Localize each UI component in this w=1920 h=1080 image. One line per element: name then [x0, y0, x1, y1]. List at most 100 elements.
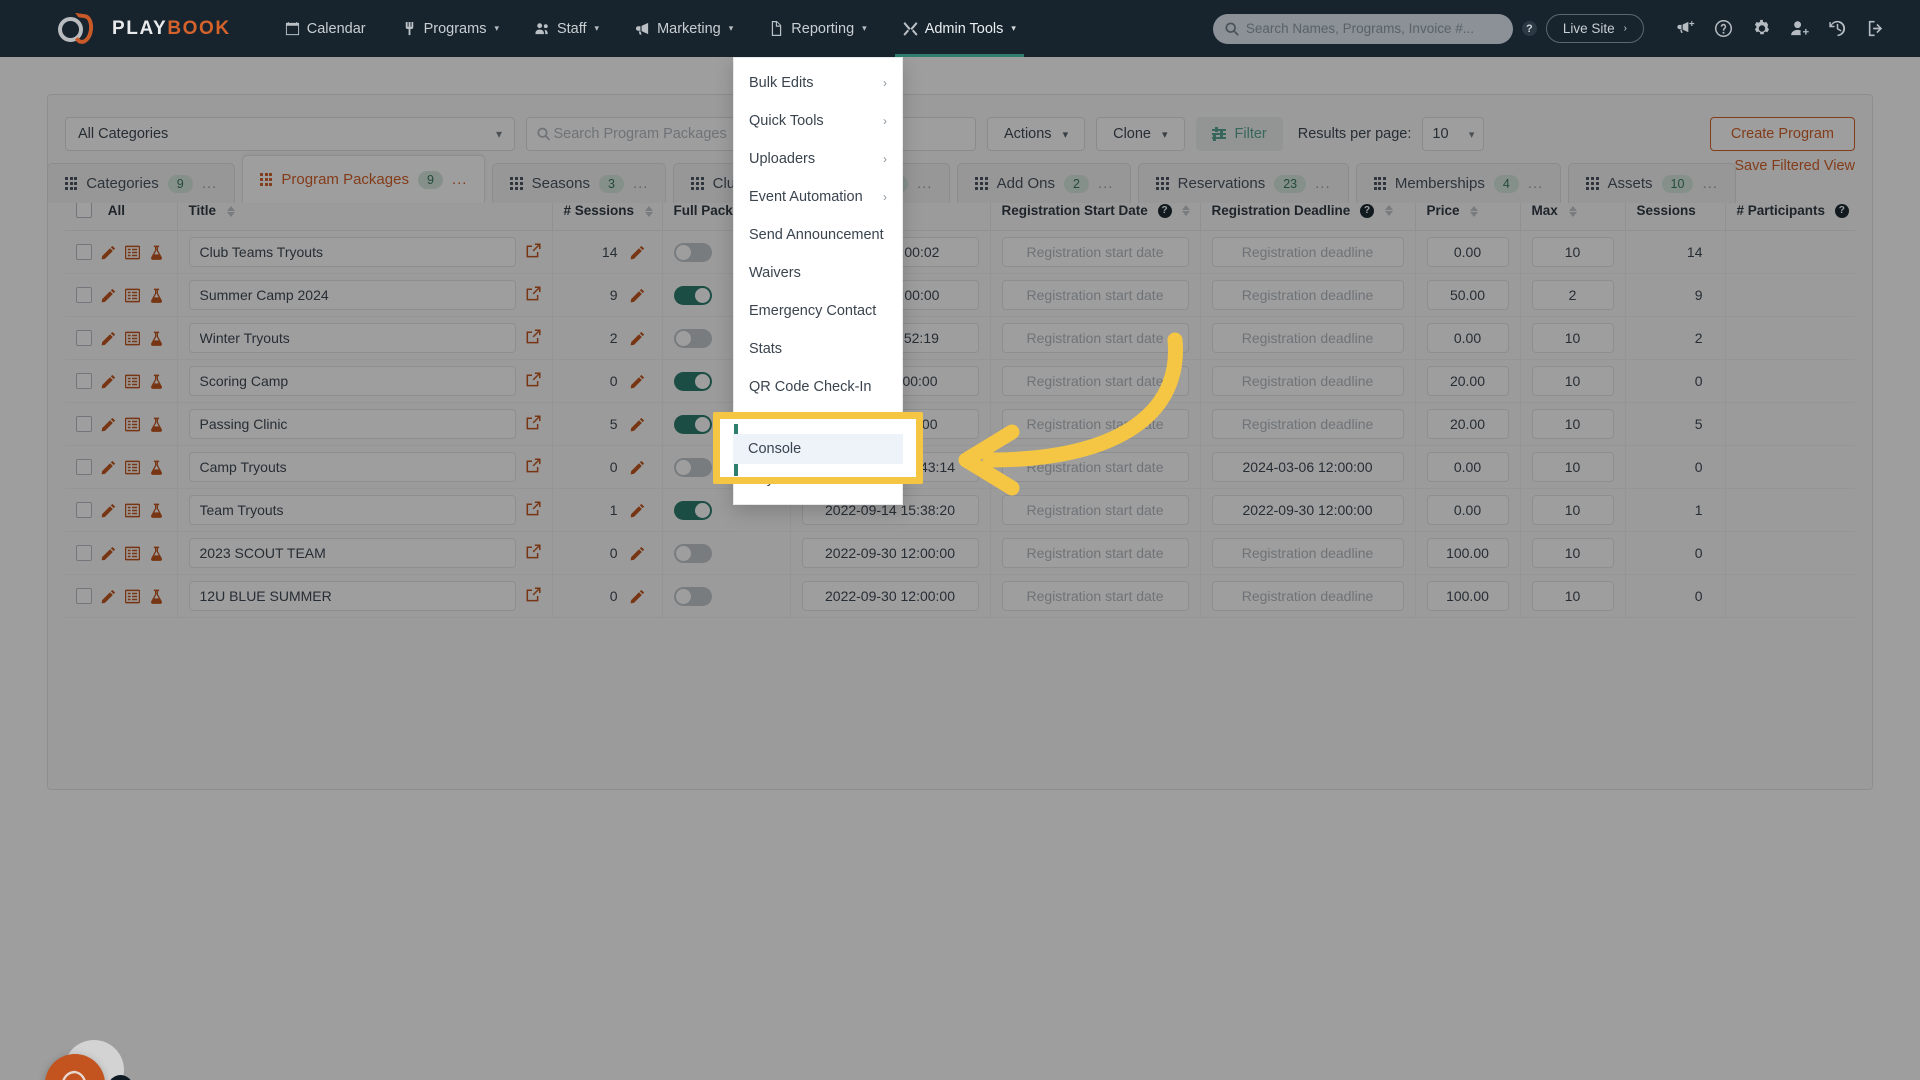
title-input[interactable]: [188, 495, 516, 526]
list-view-icon[interactable]: [125, 417, 140, 432]
tab-categories[interactable]: Categories 9 ...: [47, 163, 236, 203]
title-input[interactable]: [188, 452, 516, 483]
live-site-button[interactable]: Live Site ›: [1545, 14, 1644, 43]
row-select-checkbox[interactable]: [76, 244, 92, 261]
edit-pencil-icon[interactable]: [630, 331, 645, 346]
full-package-toggle[interactable]: [673, 543, 712, 563]
full-package-toggle[interactable]: [673, 371, 712, 391]
row-select-checkbox[interactable]: [76, 502, 92, 519]
edit-pencil-icon[interactable]: [101, 288, 116, 303]
registration-deadline-input[interactable]: [1211, 581, 1404, 612]
max-input[interactable]: [1531, 237, 1614, 268]
results-per-page-select[interactable]: 10 ▾: [1422, 117, 1485, 151]
tab-overflow-dots[interactable]: ...: [1315, 175, 1331, 192]
open-external-icon[interactable]: [526, 372, 541, 390]
full-package-toggle[interactable]: [673, 285, 712, 305]
tab-overflow-dots[interactable]: ...: [917, 175, 933, 192]
title-input[interactable]: [188, 538, 516, 569]
registration-deadline-input[interactable]: [1211, 366, 1404, 397]
nav-item-programs[interactable]: Programs ▾: [384, 0, 517, 57]
edit-pencil-icon[interactable]: [630, 546, 645, 561]
global-search-input[interactable]: [1245, 21, 1501, 36]
registration-deadline-input[interactable]: [1211, 495, 1404, 526]
tab-overflow-dots[interactable]: ...: [1702, 175, 1718, 192]
category-filter-select[interactable]: All Categories ▾: [65, 117, 515, 151]
list-view-icon[interactable]: [125, 503, 140, 518]
admin-menu-item-emergency-contact[interactable]: Emergency Contact: [734, 292, 902, 330]
open-external-icon[interactable]: [526, 501, 541, 519]
full-package-toggle[interactable]: [673, 328, 712, 348]
nav-item-calendar[interactable]: Calendar: [267, 0, 384, 57]
registration-start-date-input[interactable]: [1001, 538, 1189, 569]
nav-item-reporting[interactable]: Reporting ▾: [751, 0, 884, 57]
help-circle-icon[interactable]: [1706, 12, 1740, 46]
edit-pencil-icon[interactable]: [630, 589, 645, 604]
flask-icon[interactable]: [149, 503, 164, 518]
price-input[interactable]: [1426, 495, 1509, 526]
help-circle-icon[interactable]: ?: [1521, 21, 1537, 36]
nav-item-admin-tools[interactable]: Admin Tools ▾: [885, 0, 1034, 57]
price-input[interactable]: [1426, 409, 1509, 440]
help-circle-icon[interactable]: ?: [1157, 203, 1172, 218]
flask-icon[interactable]: [149, 417, 164, 432]
max-input[interactable]: [1531, 581, 1614, 612]
row-select-checkbox[interactable]: [76, 545, 92, 562]
tab-overflow-dots[interactable]: ...: [1528, 175, 1544, 192]
open-external-icon[interactable]: [526, 587, 541, 605]
edit-pencil-icon[interactable]: [101, 546, 116, 561]
price-input[interactable]: [1426, 366, 1509, 397]
full-package-toggle[interactable]: [673, 414, 712, 434]
logout-icon[interactable]: [1858, 12, 1892, 46]
sort-arrows-icon[interactable]: [226, 205, 235, 217]
save-filtered-view-link[interactable]: Save Filtered View: [1734, 158, 1855, 174]
select-all-checkbox[interactable]: [76, 202, 92, 219]
flask-icon[interactable]: [149, 245, 164, 260]
flask-icon[interactable]: [149, 460, 164, 475]
edit-pencil-icon[interactable]: [630, 503, 645, 518]
list-view-icon[interactable]: [125, 245, 140, 260]
sort-arrows-icon[interactable]: [1182, 205, 1191, 217]
admin-menu-item-console-highlighted[interactable]: Console: [733, 434, 903, 464]
title-input[interactable]: [188, 409, 516, 440]
title-input[interactable]: [188, 237, 516, 268]
brand-logo-playbook[interactable]: PLAYBOOK: [58, 12, 231, 45]
edit-pencil-icon[interactable]: [630, 460, 645, 475]
row-select-checkbox[interactable]: [76, 459, 92, 476]
history-icon[interactable]: [1820, 12, 1854, 46]
list-view-icon[interactable]: [125, 331, 140, 346]
max-input[interactable]: [1531, 366, 1614, 397]
row-select-checkbox[interactable]: [76, 416, 92, 433]
gear-icon[interactable]: [1744, 12, 1778, 46]
actions-dropdown-button[interactable]: Actions ▾: [987, 117, 1086, 151]
tab-overflow-dots[interactable]: ...: [633, 175, 649, 192]
max-input[interactable]: [1531, 323, 1614, 354]
list-view-icon[interactable]: [125, 546, 140, 561]
help-circle-icon[interactable]: ?: [1834, 203, 1849, 218]
date-input[interactable]: [801, 581, 979, 612]
max-input[interactable]: [1531, 538, 1614, 569]
filter-button[interactable]: Filter: [1195, 117, 1283, 151]
full-package-toggle[interactable]: [673, 242, 712, 262]
full-package-toggle[interactable]: [673, 586, 712, 606]
price-input[interactable]: [1426, 452, 1509, 483]
flask-icon[interactable]: [149, 374, 164, 389]
tab-seasons[interactable]: Seasons 3 ...: [492, 163, 667, 203]
registration-deadline-input[interactable]: [1211, 280, 1404, 311]
tab-overflow-dots[interactable]: ...: [452, 171, 468, 188]
sort-arrows-icon[interactable]: [1384, 205, 1393, 217]
edit-pencil-icon[interactable]: [101, 331, 116, 346]
flask-icon[interactable]: [149, 589, 164, 604]
help-circle-icon[interactable]: ?: [1360, 203, 1375, 218]
edit-pencil-icon[interactable]: [101, 589, 116, 604]
create-program-button[interactable]: Create Program: [1709, 117, 1855, 151]
global-search[interactable]: [1212, 13, 1513, 44]
edit-pencil-icon[interactable]: [101, 245, 116, 260]
row-select-checkbox[interactable]: [76, 373, 92, 390]
price-input[interactable]: [1426, 581, 1509, 612]
open-external-icon[interactable]: [526, 243, 541, 261]
flask-icon[interactable]: [149, 331, 164, 346]
registration-start-date-input[interactable]: [1001, 237, 1189, 268]
open-external-icon[interactable]: [526, 415, 541, 433]
registration-deadline-input[interactable]: [1211, 538, 1404, 569]
admin-menu-item-stats[interactable]: Stats: [734, 330, 902, 368]
